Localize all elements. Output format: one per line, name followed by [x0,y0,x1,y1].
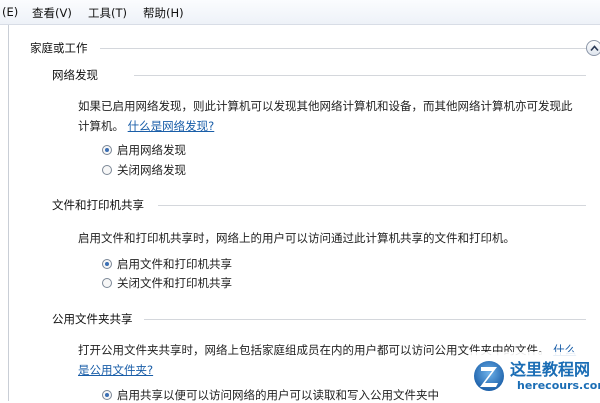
network-discovery-description: 如果已启用网络发现，则此计算机可以发现其他网络计算机和设备，而其他网络计算机亦可… [78,96,573,136]
radio-button-checked[interactable] [102,145,112,155]
menu-bar: (E) 查看(V) 工具(T) 帮助(H) [0,0,600,25]
public-folder-help-link-cont[interactable]: 是公用文件夹? [78,363,153,377]
section-divider [134,75,586,76]
watermark-subtitle: herecours.com [517,379,600,392]
description-text: 计算机。 [78,119,124,133]
watermark: 这里教程网 herecours.com [470,352,600,401]
menu-view[interactable]: 查看(V) [32,5,72,21]
z-logo-icon [474,361,504,391]
section-title-network-discovery: 网络发现 [52,68,98,82]
menu-edit[interactable]: (E) [2,5,18,19]
chevron-up-icon [590,45,599,52]
group-title: 家庭或工作 [30,41,88,55]
radio-button-checked[interactable] [102,390,112,400]
radio-button-checked[interactable] [102,259,112,269]
content-border [8,25,9,401]
radio-button[interactable] [102,165,112,175]
network-discovery-help-link[interactable]: 什么是网络发现? [128,119,215,133]
radio-label: 启用文件和打印机共享 [117,257,232,271]
description-line: 如果已启用网络发现，则此计算机可以发现其他网络计算机和设备，而其他网络计算机亦可… [78,99,573,113]
radio-disable-network-discovery[interactable]: 关闭网络发现 [102,162,186,178]
group-divider [100,48,586,49]
radio-label: 启用网络发现 [117,143,186,157]
watermark-title: 这里教程网 [510,360,591,379]
section-divider [144,319,586,320]
radio-label: 关闭网络发现 [117,163,186,177]
radio-enable-file-printer-sharing[interactable]: 启用文件和打印机共享 [102,256,232,272]
radio-enable-network-discovery[interactable]: 启用网络发现 [102,142,186,158]
description-line: 计算机。 什么是网络发现? [78,116,573,136]
radio-label: 关闭文件和打印机共享 [117,276,232,290]
file-printer-sharing-description: 启用文件和打印机共享时，网络上的用户可以访问通过此计算机共享的文件和打印机。 [78,231,515,245]
radio-button[interactable] [102,278,112,288]
menu-tools[interactable]: 工具(T) [88,5,127,21]
radio-disable-file-printer-sharing[interactable]: 关闭文件和打印机共享 [102,275,232,291]
menu-help[interactable]: 帮助(H) [143,5,184,21]
collapse-button[interactable] [586,40,600,56]
section-title-file-printer-sharing: 文件和打印机共享 [52,198,144,212]
section-title-public-folder-sharing: 公用文件夹共享 [52,312,133,326]
section-divider [158,205,586,206]
